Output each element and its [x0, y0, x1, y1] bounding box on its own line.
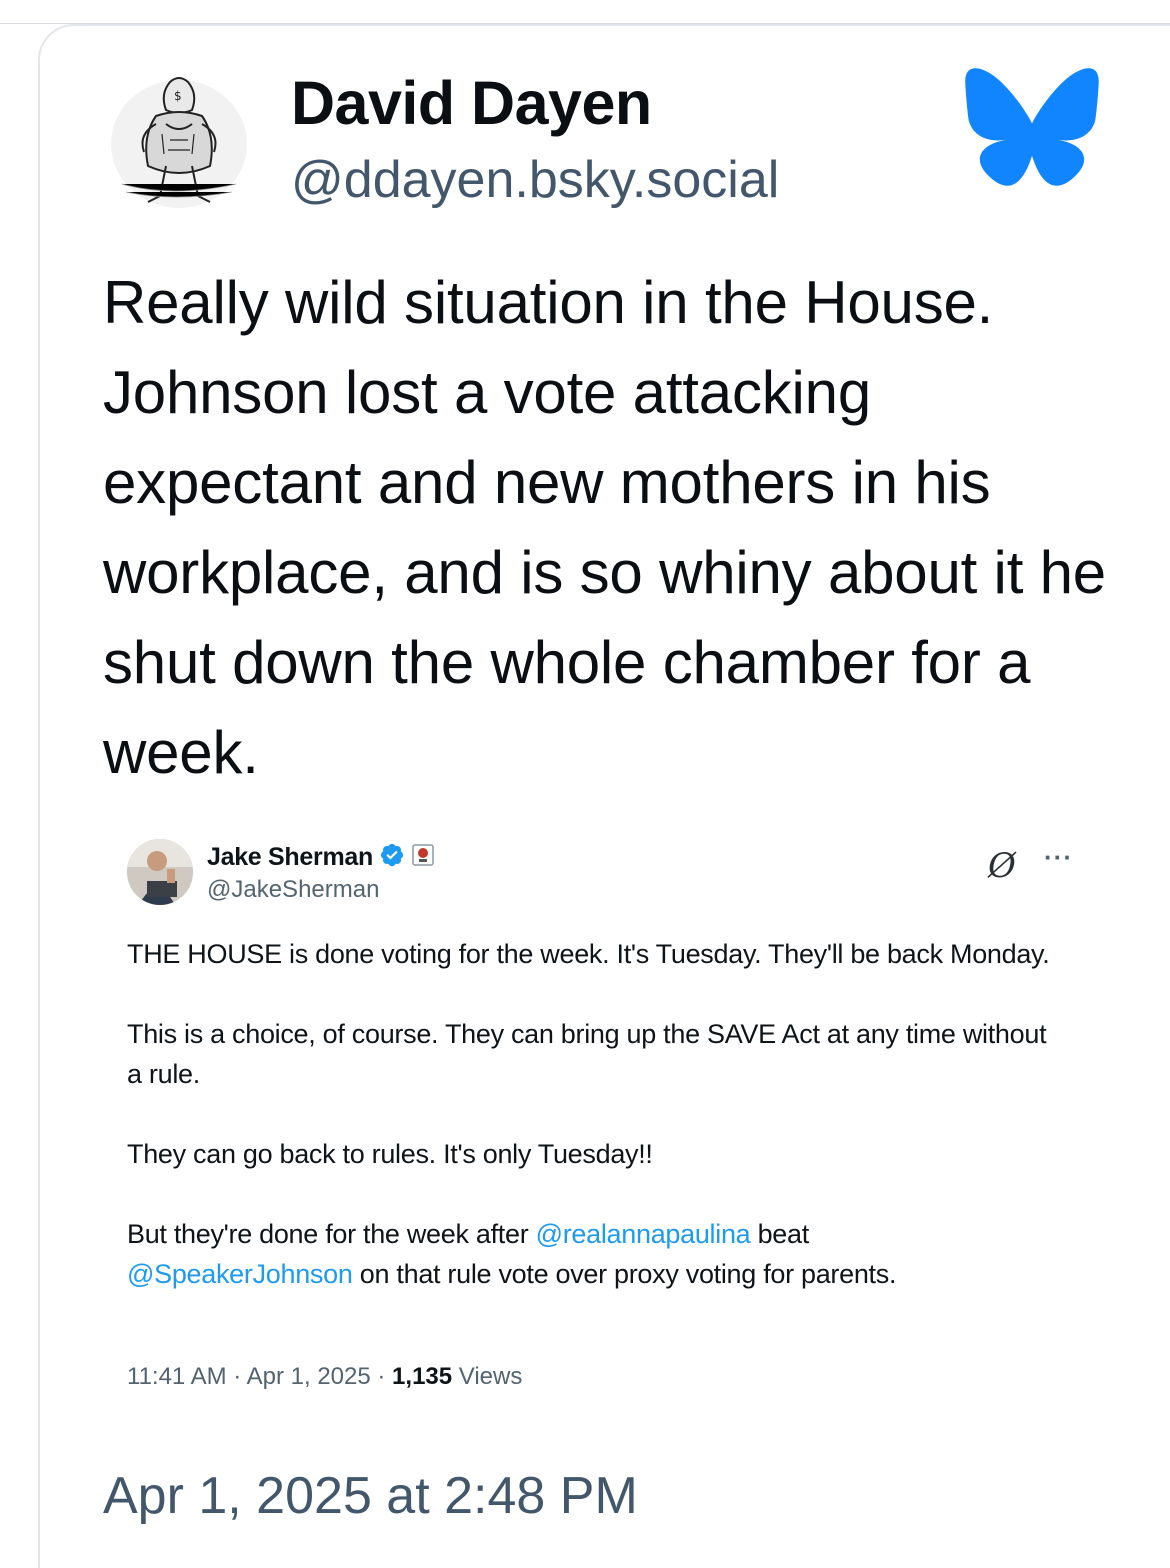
affiliate-badge-icon: [411, 843, 435, 872]
embed-paragraph: This is a choice, of course. They can br…: [127, 1019, 1047, 1089]
embed-views-count: 1,135: [392, 1363, 453, 1390]
text-segment: beat: [757, 1219, 810, 1249]
embed-meta: 11:41 AM · Apr 1, 2025 · 1,135 Views: [127, 1363, 522, 1391]
text-segment: on that rule vote over proxy voting for …: [359, 1259, 897, 1289]
author-name[interactable]: David Dayen: [291, 68, 652, 138]
more-icon[interactable]: ···: [1044, 842, 1073, 873]
embed-paragraph: THE HOUSE is done voting for the week. I…: [127, 939, 1050, 969]
embed-time: 11:41 AM · Apr 1, 2025 ·: [127, 1363, 393, 1390]
embedded-post-image[interactable]: Jake Sherman @JakeSherman Ø ··· THE HOUS…: [100, 820, 1100, 1420]
embed-post-text: THE HOUSE is done voting for the week. I…: [127, 934, 1067, 1334]
author-avatar[interactable]: $: [104, 64, 254, 214]
author-handle[interactable]: @ddayen.bsky.social: [291, 150, 779, 210]
embed-author-name[interactable]: Jake Sherman: [207, 843, 373, 872]
embed-author-handle[interactable]: @JakeSherman: [207, 876, 379, 904]
svg-text:$: $: [174, 89, 182, 103]
post-timestamp[interactable]: Apr 1, 2025 at 2:48 PM: [103, 1466, 638, 1526]
embed-paragraph: They can go back to rules. It's only Tue…: [127, 1139, 653, 1169]
grok-icon[interactable]: Ø: [988, 846, 1016, 886]
embed-views-label: Views: [452, 1363, 523, 1390]
text-segment: But they're done for the week after: [127, 1219, 529, 1249]
post-text: Really wild situation in the House. John…: [103, 269, 1106, 786]
bluesky-butterfly-icon: [962, 66, 1102, 188]
embed-author-avatar: [127, 839, 193, 905]
verified-badge-icon: [379, 842, 405, 873]
mention-link[interactable]: @realannapaulina: [536, 1219, 751, 1249]
embed-paragraph: But they're done for the week after @rea…: [127, 1214, 1067, 1294]
embed-name-row: Jake Sherman: [207, 842, 435, 873]
mention-link[interactable]: @SpeakerJohnson: [127, 1259, 353, 1289]
